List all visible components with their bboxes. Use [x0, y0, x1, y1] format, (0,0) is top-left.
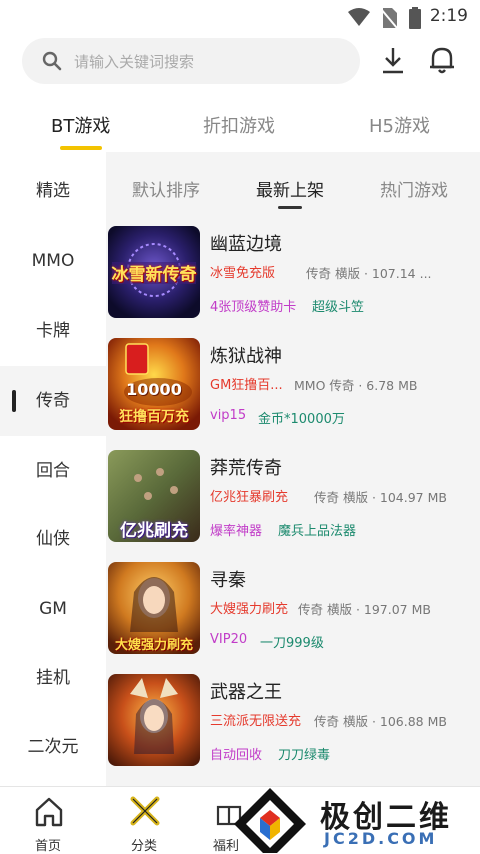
game-list-panel: 默认排序 最新上架 热门游戏 冰雪新传奇 幽蓝边境 冰雪免充版 传奇 横版 · …: [106, 152, 480, 786]
sort-tab-default[interactable]: 默认排序: [132, 176, 200, 201]
sidebar-item-label: 回合: [36, 461, 70, 481]
active-sort-indicator: [278, 206, 302, 209]
tab-h5-games[interactable]: H5游戏: [369, 112, 430, 138]
game-tag: 金币*10000万: [258, 412, 345, 427]
game-meta: 传奇 横版 · 107.14 ...: [306, 266, 432, 281]
active-indicator: [12, 390, 16, 412]
sidebar-item-gm[interactable]: GM: [0, 574, 106, 644]
thumbnail-banner-text: 亿兆刷充: [120, 521, 188, 541]
sidebar-item-card[interactable]: 卡牌: [0, 296, 106, 366]
game-title: 寻秦: [210, 570, 246, 591]
game-title: 莽荒传奇: [210, 458, 282, 479]
game-title: 炼狱战神: [210, 346, 282, 367]
bell-icon[interactable]: [426, 44, 458, 76]
sort-tab-label: 默认排序: [132, 181, 200, 201]
thumbnail-banner-text: 冰雪新传奇: [111, 265, 197, 285]
sidebar-item-legend[interactable]: 传奇: [0, 366, 106, 436]
game-promo: GM狂撸百...: [210, 378, 283, 393]
game-list-item[interactable]: 武器之王 三流派无限送充 传奇 横版 · 106.88 MB 自动回收 刀刀绿毒: [106, 674, 480, 786]
sidebar-item-xianxia[interactable]: 仙侠: [0, 504, 106, 574]
sidebar-item-idle[interactable]: 挂机: [0, 643, 106, 713]
game-tag: 爆率神器: [210, 524, 263, 539]
sidebar-item-label: GM: [39, 599, 67, 619]
sidebar-item-anime[interactable]: 二次元: [0, 712, 106, 782]
game-tag: VIP20: [210, 632, 248, 647]
game-list-item[interactable]: 冰雪新传奇 幽蓝边境 冰雪免充版 传奇 横版 · 107.14 ... 4张顶级…: [106, 226, 480, 338]
game-list-item[interactable]: 10000 狂撸百万充 炼狱战神 GM狂撸百... MMO 传奇 · 6.78 …: [106, 338, 480, 450]
no-sim-icon: [380, 8, 398, 29]
sidebar-item-featured[interactable]: 精选: [0, 156, 106, 226]
status-time: 2:19: [429, 6, 468, 26]
game-thumbnail[interactable]: [108, 674, 200, 766]
sidebar-item-label: 仙侠: [36, 529, 70, 549]
sidebar-item-label: 精选: [36, 181, 70, 201]
nav-label: 分类: [130, 839, 157, 854]
game-tag: 一刀999级: [260, 636, 324, 651]
category-sidebar: 精选 MMO 卡牌 传奇 回合 仙侠 GM 挂机 二次元: [0, 152, 106, 786]
tab-label: H5游戏: [369, 116, 430, 137]
game-title: 武器之王: [210, 682, 282, 703]
sort-tab-label: 热门游戏: [380, 181, 448, 201]
sidebar-item-label: MMO: [31, 251, 75, 271]
nav-home[interactable]: 首页: [8, 787, 88, 854]
game-tag: 超级斗笠: [312, 300, 365, 315]
game-list-item[interactable]: 亿兆刷充 莽荒传奇 亿兆狂暴刷充 传奇 横版 · 104.97 MB 爆率神器 …: [106, 450, 480, 562]
thumbnail-number: 10000: [126, 380, 182, 399]
tab-label: BT游戏: [51, 116, 111, 137]
search-bar[interactable]: 请输入关键词搜索: [22, 38, 360, 84]
game-thumbnail[interactable]: 冰雪新传奇: [108, 226, 200, 318]
active-tab-indicator: [59, 146, 102, 150]
sort-tab-hot[interactable]: 热门游戏: [380, 176, 448, 201]
game-promo: 亿兆狂暴刷充: [210, 490, 289, 505]
search-icon: [42, 51, 62, 71]
sidebar-item-label: 二次元: [27, 737, 79, 757]
search-input[interactable]: 请输入关键词搜索: [74, 51, 194, 72]
tab-label: 折扣游戏: [203, 116, 275, 137]
swords-icon: [130, 796, 160, 826]
game-meta: MMO 传奇 · 6.78 MB: [294, 378, 418, 393]
game-list-item[interactable]: 大嫂强力刷充 寻秦 大嫂强力刷充 传奇 横版 · 197.07 MB VIP20…: [106, 562, 480, 674]
game-title: 幽蓝边境: [210, 234, 282, 255]
game-tag: 魔兵上品法器: [278, 524, 357, 539]
sort-tab-newest[interactable]: 最新上架: [256, 176, 324, 209]
game-thumbnail[interactable]: 大嫂强力刷充: [108, 562, 200, 654]
game-tag: 自动回收: [210, 748, 263, 763]
sidebar-item-label: 传奇: [36, 391, 70, 411]
game-meta: 传奇 横版 · 106.88 MB: [314, 714, 447, 729]
game-tag: vip15: [210, 408, 247, 423]
game-meta: 传奇 横版 · 197.07 MB: [298, 602, 431, 617]
sort-tab-label: 最新上架: [256, 181, 324, 201]
game-promo: 冰雪免充版: [210, 266, 276, 281]
sidebar-item-label: 挂机: [36, 668, 70, 688]
status-bar: 2:19: [0, 0, 480, 32]
sidebar-item-mmo[interactable]: MMO: [0, 226, 106, 296]
game-meta: 传奇 横版 · 104.97 MB: [314, 490, 447, 505]
game-promo: 三流派无限送充: [210, 714, 302, 729]
top-tabs: BT游戏 折扣游戏 H5游戏: [0, 104, 480, 152]
game-thumbnail[interactable]: 10000 狂撸百万充: [108, 338, 200, 430]
game-thumbnail[interactable]: 亿兆刷充: [108, 450, 200, 542]
sidebar-item-label: 卡牌: [36, 321, 70, 341]
watermark-url: JC2D.COM: [324, 829, 438, 848]
thumbnail-banner-text: 狂撸百万充: [119, 409, 189, 425]
game-promo: 大嫂强力刷充: [210, 602, 289, 617]
game-tag: 刀刀绿毒: [278, 748, 331, 763]
sidebar-item-turn-based[interactable]: 回合: [0, 436, 106, 506]
tab-bt-games[interactable]: BT游戏: [51, 112, 111, 150]
nav-label: 首页: [34, 839, 61, 854]
thumbnail-banner-text: 大嫂强力刷充: [114, 638, 193, 653]
home-icon: [35, 797, 63, 827]
download-icon[interactable]: [377, 44, 409, 76]
game-tag: 4张顶级赞助卡: [210, 300, 297, 315]
battery-icon: [409, 7, 421, 29]
nav-category[interactable]: 分类: [104, 787, 184, 854]
tab-discount-games[interactable]: 折扣游戏: [203, 112, 275, 138]
wifi-icon: [348, 8, 370, 26]
